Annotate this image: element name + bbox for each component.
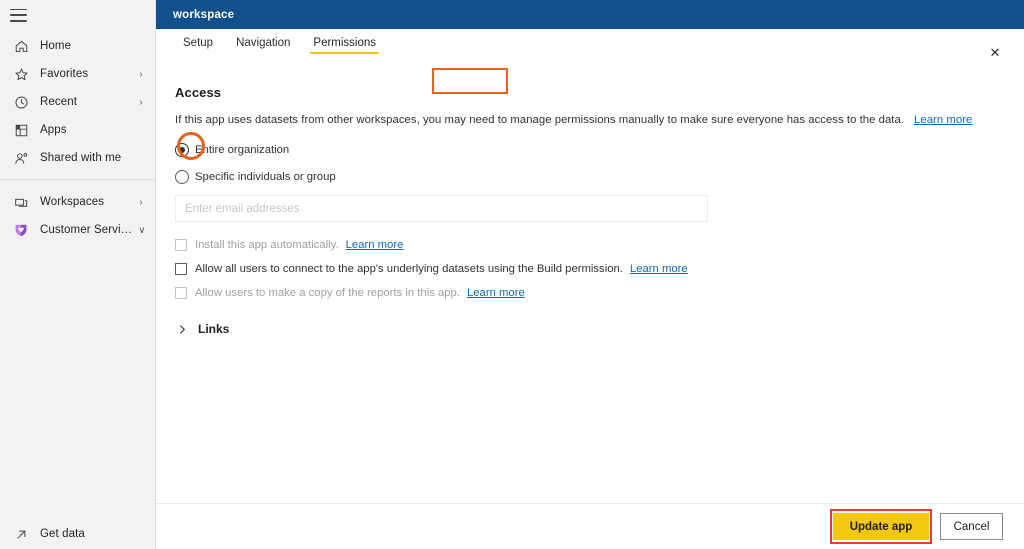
permissions-checkbox-group: Install this app automatically. Learn mo… — [175, 239, 1024, 299]
sidebar-item-label: Recent — [40, 96, 78, 108]
checkbox-install-automatically-label: Install this app automatically. — [195, 239, 339, 251]
radio-entire-organization-label: Entire organization — [195, 143, 290, 156]
access-radio-group: Entire organization Specific individuals… — [175, 132, 1024, 187]
tab-label: Permissions — [313, 37, 377, 49]
cancel-button[interactable]: Cancel — [940, 513, 1003, 540]
checkbox-install-automatically[interactable]: Install this app automatically. Learn mo… — [175, 239, 1024, 251]
radio-specific-individuals[interactable]: Specific individuals or group — [175, 166, 1024, 187]
shared-people-icon — [12, 149, 30, 167]
hamburger-row — [0, 0, 155, 30]
star-icon — [12, 65, 30, 83]
access-description-row: If this app uses datasets from other wor… — [175, 114, 1024, 126]
chevron-right-icon — [175, 324, 189, 335]
email-addresses-input[interactable] — [175, 195, 708, 222]
clock-icon — [12, 93, 30, 111]
sidebar-primary-nav: Home Favorites › Recent › Apps Shared wi… — [0, 30, 155, 172]
tab-label: Navigation — [236, 37, 291, 49]
sidebar-item-customer-service[interactable]: Customer Service A... ∨ — [0, 216, 155, 244]
radio-specific-individuals-control[interactable] — [175, 169, 189, 184]
chevron-down-icon[interactable]: ∨ — [137, 225, 147, 236]
left-sidebar: Home Favorites › Recent › Apps Shared wi… — [0, 0, 156, 549]
checkbox-allow-copy-reports-label: Allow users to make a copy of the report… — [195, 287, 460, 299]
sidebar-item-label: Customer Service A... — [40, 224, 137, 236]
home-icon — [12, 37, 30, 55]
checkbox-allow-build-permission-label: Allow all users to connect to the app's … — [195, 263, 623, 275]
update-app-button-wrap: Update app — [830, 509, 932, 544]
dialog-footer: Update app Cancel — [156, 503, 1024, 549]
sidebar-item-label: Home — [40, 40, 72, 52]
page-title: workspace — [173, 8, 235, 21]
apps-grid-icon — [12, 121, 30, 139]
sidebar-item-get-data[interactable]: Get data — [0, 519, 155, 549]
sidebar-item-favorites[interactable]: Favorites › — [0, 60, 155, 88]
checkbox-allow-build-permission-control[interactable] — [175, 263, 187, 275]
tab-label: Setup — [183, 37, 214, 49]
checkbox-install-automatically-learn-more-link[interactable]: Learn more — [346, 239, 404, 251]
chevron-right-icon[interactable]: › — [135, 197, 147, 208]
sidebar-item-shared-with-me[interactable]: Shared with me — [0, 144, 155, 172]
sidebar-item-recent[interactable]: Recent › — [0, 88, 155, 116]
tab-permissions[interactable]: Permissions — [305, 32, 384, 55]
arrow-up-right-icon — [12, 525, 30, 543]
sidebar-item-home[interactable]: Home — [0, 32, 155, 60]
tab-active-underline — [310, 52, 380, 54]
radio-entire-organization-control[interactable] — [175, 142, 189, 157]
app-root: Home Favorites › Recent › Apps Shared wi… — [0, 0, 1024, 549]
tab-navigation[interactable]: Navigation — [228, 32, 298, 55]
checkbox-allow-copy-reports-control[interactable] — [175, 287, 187, 299]
sidebar-item-label: Get data — [40, 528, 85, 540]
hamburger-icon[interactable] — [10, 8, 27, 22]
links-section-label: Links — [198, 322, 230, 336]
tab-setup[interactable]: Setup — [175, 32, 221, 55]
sidebar-secondary-nav: Workspaces › Customer Service A... ∨ — [0, 186, 155, 244]
radio-entire-organization[interactable]: Entire organization — [175, 132, 1024, 160]
sidebar-item-label: Workspaces — [40, 196, 105, 208]
checkbox-allow-copy-reports[interactable]: Allow users to make a copy of the report… — [175, 287, 1024, 299]
access-section-title: Access — [175, 85, 222, 100]
access-description-learn-more-link[interactable]: Learn more — [914, 114, 972, 126]
permissions-content: Access If this app uses datasets from ot… — [156, 74, 1024, 549]
sidebar-item-workspaces[interactable]: Workspaces › — [0, 188, 155, 216]
close-icon[interactable]: ✕ — [982, 40, 1008, 66]
sidebar-item-apps[interactable]: Apps — [0, 116, 155, 144]
window-titlebar: workspace — [156, 0, 1024, 29]
tab-bar: Setup Navigation Permissions ✕ — [156, 29, 1024, 94]
sidebar-footer: Get data — [0, 519, 155, 549]
links-section-toggle[interactable]: Links — [175, 322, 229, 336]
workspaces-icon — [12, 193, 30, 211]
sidebar-item-label: Shared with me — [40, 152, 122, 164]
close-glyph: ✕ — [989, 45, 1001, 60]
checkbox-allow-build-permission[interactable]: Allow all users to connect to the app's … — [175, 263, 1024, 275]
sidebar-item-label: Apps — [40, 124, 67, 136]
access-description-text: If this app uses datasets from other wor… — [175, 114, 905, 126]
chevron-right-icon[interactable]: › — [135, 69, 147, 80]
update-app-button[interactable]: Update app — [833, 513, 929, 540]
checkbox-install-automatically-control[interactable] — [175, 239, 187, 251]
checkbox-allow-build-permission-learn-more-link[interactable]: Learn more — [630, 263, 688, 275]
main-panel: workspace Setup Navigation Permissions ✕… — [156, 0, 1024, 549]
chevron-right-icon[interactable]: › — [135, 97, 147, 108]
sidebar-divider — [0, 179, 155, 180]
radio-specific-individuals-label: Specific individuals or group — [195, 170, 336, 183]
checkbox-allow-copy-reports-learn-more-link[interactable]: Learn more — [467, 287, 525, 299]
sidebar-item-label: Favorites — [40, 68, 89, 80]
shield-heart-icon — [12, 221, 30, 239]
